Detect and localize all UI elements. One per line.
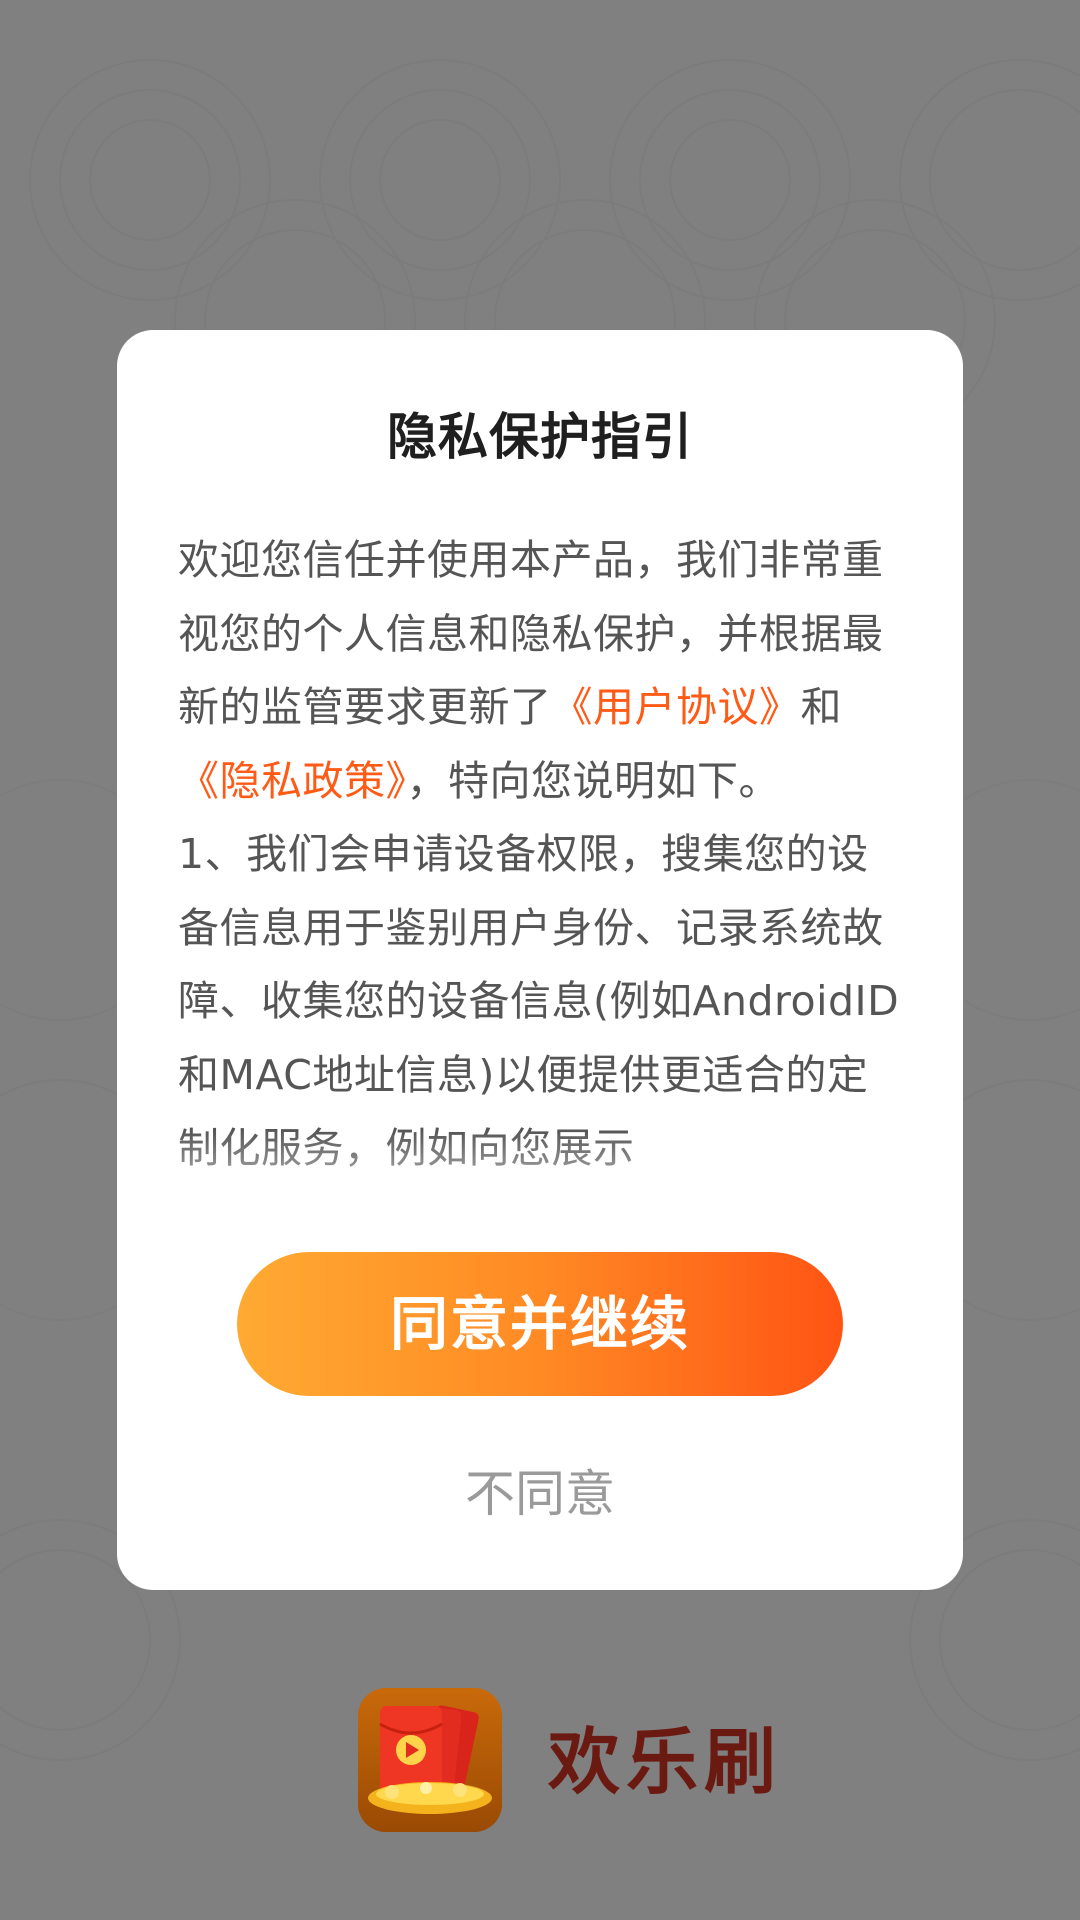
- user-agreement-link[interactable]: 《用户协议》: [552, 683, 801, 731]
- privacy-policy-link[interactable]: 《隐私政策》: [178, 757, 407, 805]
- disagree-button[interactable]: 不同意: [0, 1462, 1080, 1526]
- app-name: 欢乐刷: [548, 1719, 783, 1804]
- connector-text: 和: [800, 683, 842, 731]
- dialog-title: 隐私保护指引: [387, 408, 693, 466]
- dialog-body-scroll[interactable]: 欢迎您信任并使用本产品，我们非常重视您的个人信息和隐私保护，并根据最新的监管要求…: [178, 524, 906, 1240]
- intro-end-text: ，特向您说明如下。: [406, 756, 780, 805]
- agree-continue-button[interactable]: 同意并继续: [237, 1252, 843, 1396]
- red-envelope-play-icon: [358, 1688, 502, 1832]
- permission-item-1: 1、我们会申请设备权限，搜集您的设备信息用于鉴别用户身份、记录系统故障、收集您的…: [178, 830, 900, 1172]
- app-logo-icon: [358, 1688, 502, 1832]
- dialog-body-text: 欢迎您信任并使用本产品，我们非常重视您的个人信息和隐私保护，并根据最新的监管要求…: [178, 524, 906, 1186]
